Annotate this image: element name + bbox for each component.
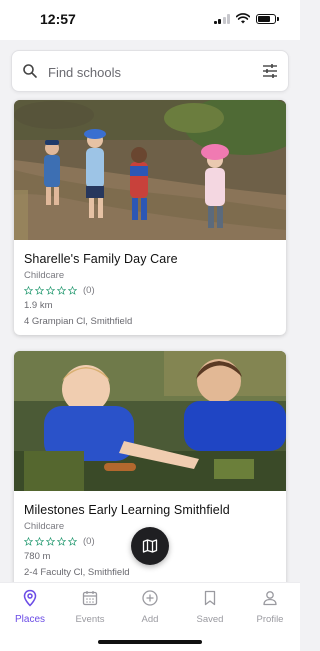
- star-outline-icon: [68, 286, 77, 295]
- tab-label: Profile: [256, 614, 284, 625]
- status-bar: 12:57: [0, 0, 300, 40]
- search-bar: [11, 50, 289, 92]
- home-indicator[interactable]: [98, 640, 202, 644]
- star-outline-icon: [24, 537, 33, 546]
- cellular-signal-icon: [213, 13, 230, 24]
- wifi-icon: [236, 13, 250, 24]
- school-card[interactable]: Sharelle's Family Day Care Childcare (0)…: [14, 100, 286, 335]
- filter-sliders-icon[interactable]: [261, 62, 279, 80]
- tab-profile[interactable]: Profile: [240, 589, 300, 627]
- star-outline-icon: [46, 286, 55, 295]
- school-name: Milestones Early Learning Smithfield: [24, 503, 230, 517]
- status-time: 12:57: [40, 11, 76, 27]
- tab-label: Add: [141, 614, 159, 625]
- plus-circle-icon: [142, 590, 158, 606]
- star-outline-icon: [35, 537, 44, 546]
- status-icons: [213, 13, 279, 24]
- tab-add[interactable]: Add: [120, 589, 180, 627]
- star-outline-icon: [68, 537, 77, 546]
- tab-label: Saved: [196, 614, 224, 625]
- card-body: Sharelle's Family Day Care Childcare (0)…: [14, 240, 286, 327]
- search-input[interactable]: [46, 59, 250, 85]
- tab-events[interactable]: Events: [60, 589, 120, 627]
- calendar-icon: [82, 591, 98, 606]
- distance: 1.9 km: [24, 300, 53, 311]
- map-view-button[interactable]: [131, 527, 169, 565]
- rating-count: (0): [83, 285, 95, 296]
- star-outline-icon: [57, 537, 66, 546]
- tab-saved[interactable]: Saved: [180, 589, 240, 627]
- star-outline-icon: [24, 286, 33, 295]
- address: 2-4 Faculty Cl, Smithfield: [24, 567, 130, 578]
- tab-label: Places: [14, 614, 45, 625]
- star-outline-icon: [46, 537, 55, 546]
- school-photo: [14, 351, 286, 491]
- school-name: Sharelle's Family Day Care: [24, 252, 178, 266]
- star-outline-icon: [57, 286, 66, 295]
- rating-row: (0): [24, 285, 276, 296]
- school-list[interactable]: Sharelle's Family Day Care Childcare (0)…: [0, 96, 300, 582]
- location-pin-icon: [23, 589, 37, 607]
- star-outline-icon: [35, 286, 44, 295]
- bookmark-icon: [204, 590, 216, 606]
- school-photo: [14, 100, 286, 240]
- map-icon: [142, 539, 158, 553]
- address: 4 Grampian Cl, Smithfield: [24, 316, 133, 327]
- tab-places[interactable]: Places: [0, 589, 60, 627]
- person-icon: [263, 591, 277, 606]
- battery-icon: [256, 13, 279, 24]
- school-type: Childcare: [24, 270, 65, 281]
- tab-label: Events: [75, 614, 105, 625]
- search-icon: [23, 64, 37, 78]
- rating-count: (0): [83, 536, 95, 547]
